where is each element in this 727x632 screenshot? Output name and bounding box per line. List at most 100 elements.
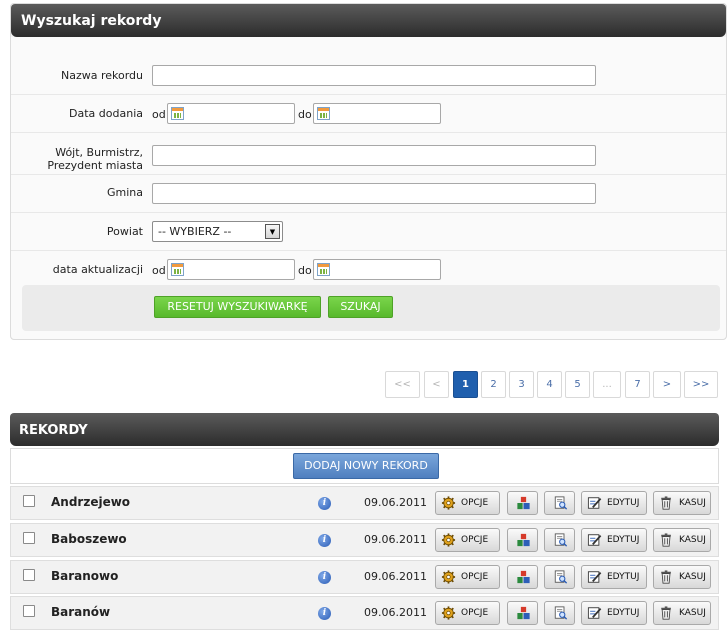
stats-button[interactable] bbox=[507, 528, 538, 552]
record-row: Andrzejewo i 09.06.2011 OPCJE EDYTUJ KAS… bbox=[10, 486, 719, 520]
label-powiat: Powiat bbox=[106, 225, 143, 238]
label-date-added: Data dodania bbox=[69, 107, 143, 120]
info-icon[interactable]: i bbox=[318, 497, 331, 510]
blocks-icon bbox=[517, 570, 530, 584]
delete-label: KASUJ bbox=[679, 498, 706, 508]
preview-button[interactable] bbox=[544, 565, 575, 589]
delete-button[interactable]: KASUJ bbox=[653, 601, 711, 625]
gear-icon bbox=[441, 570, 456, 584]
options-button[interactable]: OPCJE bbox=[435, 565, 500, 589]
date-added-from-input[interactable] bbox=[167, 103, 295, 124]
info-icon[interactable]: i bbox=[318, 571, 331, 584]
reset-search-button[interactable]: RESETUJ WYSZUKIWARKĘ bbox=[154, 296, 321, 318]
record-date: 09.06.2011 bbox=[364, 496, 427, 509]
options-label: OPCJE bbox=[461, 535, 489, 545]
powiat-select[interactable]: -- WYBIERZ -- ▼ bbox=[152, 221, 283, 242]
document-search-icon bbox=[554, 496, 568, 510]
calendar-icon[interactable] bbox=[171, 263, 184, 276]
form-row-powiat: Powiat -- WYBIERZ -- ▼ bbox=[11, 213, 726, 251]
updated-to-input[interactable] bbox=[313, 259, 441, 280]
search-button-bar: RESETUJ WYSZUKIWARKĘ SZUKAJ bbox=[22, 285, 720, 331]
preview-button[interactable] bbox=[544, 491, 575, 515]
page-7-button[interactable]: 7 bbox=[625, 371, 650, 398]
label-gmina: Gmina bbox=[106, 186, 143, 199]
record-row: Baboszewo i 09.06.2011 OPCJE EDYTUJ KASU… bbox=[10, 523, 719, 557]
record-name: Andrzejewo bbox=[51, 495, 131, 509]
edit-button[interactable]: EDYTUJ bbox=[581, 565, 647, 589]
date-added-from-label: od bbox=[152, 108, 166, 121]
record-date: 09.06.2011 bbox=[364, 533, 427, 546]
label-mayor: Wójt, Burmistrz, Prezydent miasta bbox=[11, 146, 143, 172]
record-name: Baranów bbox=[51, 605, 111, 619]
stats-button[interactable] bbox=[507, 491, 538, 515]
form-row-mayor: Wójt, Burmistrz, Prezydent miasta bbox=[11, 133, 726, 175]
page-5-button[interactable]: 5 bbox=[565, 371, 590, 398]
record-checkbox[interactable] bbox=[23, 532, 35, 544]
edit-button[interactable]: EDYTUJ bbox=[581, 601, 647, 625]
edit-button[interactable]: EDYTUJ bbox=[581, 491, 647, 515]
page-4-button[interactable]: 4 bbox=[537, 371, 562, 398]
stats-button[interactable] bbox=[507, 565, 538, 589]
record-checkbox[interactable] bbox=[23, 605, 35, 617]
delete-button[interactable]: KASUJ bbox=[653, 491, 711, 515]
calendar-icon[interactable] bbox=[171, 107, 184, 120]
info-icon[interactable]: i bbox=[318, 534, 331, 547]
date-added-to-label: do bbox=[298, 108, 312, 121]
edit-button[interactable]: EDYTUJ bbox=[581, 528, 647, 552]
add-record-button[interactable]: DODAJ NOWY REKORD bbox=[293, 453, 439, 479]
page-next-button[interactable]: > bbox=[653, 371, 681, 398]
info-icon[interactable]: i bbox=[318, 607, 331, 620]
page-first-button[interactable]: << bbox=[385, 371, 420, 398]
form-row-gmina: Gmina bbox=[11, 175, 726, 213]
options-button[interactable]: OPCJE bbox=[435, 528, 500, 552]
page-2-button[interactable]: 2 bbox=[481, 371, 506, 398]
search-button[interactable]: SZUKAJ bbox=[328, 296, 393, 318]
preview-button[interactable] bbox=[544, 601, 575, 625]
records-title: REKORDY bbox=[10, 413, 719, 446]
record-date: 09.06.2011 bbox=[364, 606, 427, 619]
date-added-to-input[interactable] bbox=[313, 103, 441, 124]
search-panel-title: Wyszukaj rekordy bbox=[11, 4, 726, 37]
page-ellipsis: ... bbox=[593, 371, 621, 398]
document-search-icon bbox=[554, 606, 568, 620]
blocks-icon bbox=[517, 496, 530, 510]
options-label: OPCJE bbox=[461, 498, 489, 508]
record-name-input[interactable] bbox=[152, 65, 596, 86]
trash-icon bbox=[661, 533, 671, 547]
blocks-icon bbox=[517, 533, 530, 547]
blocks-icon bbox=[517, 606, 530, 620]
gear-icon bbox=[441, 496, 456, 510]
page-prev-button[interactable]: < bbox=[424, 371, 449, 398]
options-button[interactable]: OPCJE bbox=[435, 601, 500, 625]
powiat-selected-value: -- WYBIERZ -- bbox=[158, 225, 232, 238]
delete-label: KASUJ bbox=[679, 608, 706, 618]
gmina-input[interactable] bbox=[152, 183, 596, 204]
stats-button[interactable] bbox=[507, 601, 538, 625]
calendar-icon[interactable] bbox=[317, 263, 330, 276]
gear-icon bbox=[441, 606, 456, 620]
label-mayor-line2: Prezydent miasta bbox=[47, 159, 143, 172]
chevron-down-icon[interactable]: ▼ bbox=[265, 224, 280, 239]
form-row-updated: data aktualizacji od do bbox=[11, 251, 726, 289]
edit-label: EDYTUJ bbox=[607, 498, 640, 508]
preview-button[interactable] bbox=[544, 528, 575, 552]
page-last-button[interactable]: >> bbox=[684, 371, 718, 398]
mayor-input[interactable] bbox=[152, 145, 596, 166]
options-button[interactable]: OPCJE bbox=[435, 491, 500, 515]
edit-icon bbox=[587, 571, 602, 583]
delete-button[interactable]: KASUJ bbox=[653, 565, 711, 589]
edit-label: EDYTUJ bbox=[607, 572, 640, 582]
page-3-button[interactable]: 3 bbox=[509, 371, 534, 398]
edit-icon bbox=[587, 607, 602, 619]
delete-label: KASUJ bbox=[679, 535, 706, 545]
record-row: Baranowo i 09.06.2011 OPCJE EDYTUJ KASUJ bbox=[10, 560, 719, 594]
record-checkbox[interactable] bbox=[23, 495, 35, 507]
delete-label: KASUJ bbox=[679, 572, 706, 582]
delete-button[interactable]: KASUJ bbox=[653, 528, 711, 552]
record-checkbox[interactable] bbox=[23, 569, 35, 581]
updated-from-input[interactable] bbox=[167, 259, 295, 280]
search-form: Nazwa rekordu Data dodania od do Wójt, B… bbox=[11, 37, 726, 339]
page-1-button[interactable]: 1 bbox=[453, 371, 478, 398]
options-label: OPCJE bbox=[461, 572, 489, 582]
calendar-icon[interactable] bbox=[317, 107, 330, 120]
